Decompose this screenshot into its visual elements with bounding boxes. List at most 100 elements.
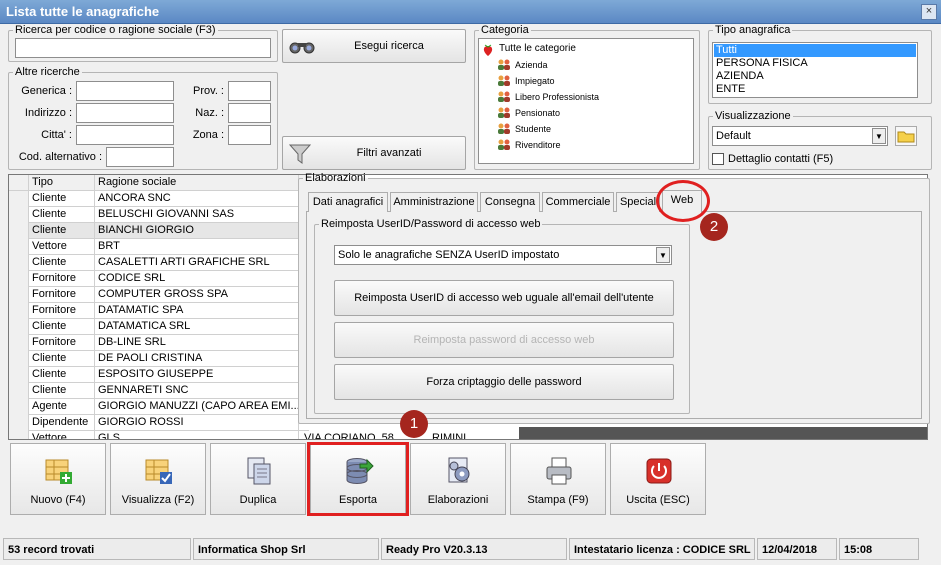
grid-header-cell[interactable]: Ragione sociale xyxy=(95,175,299,191)
table-cell: GIORGIO ROSSI xyxy=(95,415,299,431)
users-icon xyxy=(497,123,511,135)
table-row[interactable]: Vettore GLS xyxy=(9,431,309,439)
grid-header-cell[interactable]: Tipo xyxy=(29,175,95,191)
view-button[interactable]: Visualizza (F2) xyxy=(110,443,206,515)
detail-contacts-label: Dettaglio contatti (F5) xyxy=(728,153,834,165)
table-cell: DATAMATICA SRL xyxy=(95,319,299,335)
table-row[interactable]: Fornitore COMPUTER GROSS SPA xyxy=(9,287,309,303)
table-row[interactable]: Agente GIORGIO MANUZZI (CAPO AREA EMI... xyxy=(9,399,309,415)
prov-input[interactable] xyxy=(228,81,271,101)
category-item[interactable]: Studente xyxy=(481,121,693,137)
indirizzo-input[interactable] xyxy=(76,103,174,123)
table-row[interactable]: Cliente DE PAOLI CRISTINA xyxy=(9,351,309,367)
folder-icon xyxy=(897,131,915,143)
power-icon xyxy=(646,458,672,484)
type-item[interactable]: PERSONA FISICA xyxy=(714,57,916,70)
table-row[interactable]: Fornitore CODICE SRL xyxy=(9,271,309,287)
close-button[interactable]: × xyxy=(921,4,937,20)
duplicate-button[interactable]: Duplica xyxy=(210,443,306,515)
exit-button[interactable]: Uscita (ESC) xyxy=(610,443,706,515)
strawberry-icon xyxy=(481,43,495,56)
citta-input[interactable] xyxy=(76,125,174,145)
view-select-value: Default xyxy=(716,130,751,142)
category-item[interactable]: Impiegato xyxy=(481,73,693,89)
table-cell: GLS xyxy=(95,431,299,439)
category-item[interactable]: Rivenditore xyxy=(481,137,693,153)
search-button-label: Esegui ricerca xyxy=(354,40,424,52)
print-button[interactable]: Stampa (F9) xyxy=(510,443,606,515)
userid-filter-select[interactable]: Solo le anagrafiche SENZA UserID imposta… xyxy=(334,245,672,265)
duplicate-button-label: Duplica xyxy=(239,494,277,506)
view-select[interactable]: Default ▼ xyxy=(712,126,888,146)
naz-input[interactable] xyxy=(228,103,271,123)
printer-icon xyxy=(546,457,572,485)
users-icon xyxy=(497,75,511,87)
type-item[interactable]: AZIENDA xyxy=(714,70,916,83)
chevron-down-icon[interactable]: ▼ xyxy=(656,247,670,263)
tab-commerciale[interactable]: Commerciale xyxy=(542,192,614,212)
detail-contacts-checkbox[interactable] xyxy=(712,153,724,165)
category-all[interactable]: Tutte le categorie xyxy=(481,41,693,57)
table-row[interactable]: Cliente CASALETTI ARTI GRAFICHE SRL xyxy=(9,255,309,271)
highlight-web-circle xyxy=(656,180,710,222)
category-label: Azienda xyxy=(515,60,548,70)
table-row[interactable]: Cliente BELUSCHI GIOVANNI SAS xyxy=(9,207,309,223)
row-indicator xyxy=(9,255,29,271)
row-indicator xyxy=(9,383,29,399)
tab-dati-anagrafici[interactable]: Dati anagrafici xyxy=(308,192,388,212)
zona-input[interactable] xyxy=(228,125,271,145)
category-item[interactable]: Pensionato xyxy=(481,105,693,121)
indirizzo-label: Indirizzo : xyxy=(24,107,72,119)
table-cell: DE PAOLI CRISTINA xyxy=(95,351,299,367)
row-indicator xyxy=(9,207,29,223)
table-row[interactable]: Vettore BRT xyxy=(9,239,309,255)
category-item[interactable]: Libero Professionista xyxy=(481,89,693,105)
grid-header-indicator[interactable] xyxy=(9,175,29,191)
elaborations-button[interactable]: Elaborazioni xyxy=(410,443,506,515)
force-encrypt-button[interactable]: Forza criptaggio delle password xyxy=(334,364,674,400)
elaborations-button-label: Elaborazioni xyxy=(427,494,489,506)
tab-amministrazione[interactable]: Amministrazione xyxy=(390,192,478,212)
table-row[interactable]: Cliente ANCORA SNC xyxy=(9,191,309,207)
type-item[interactable]: Tutti xyxy=(714,44,916,57)
category-item[interactable]: Azienda xyxy=(481,57,693,73)
users-icon xyxy=(497,91,511,103)
table-row[interactable]: Cliente GENNARETI SNC xyxy=(9,383,309,399)
highlight-export-box xyxy=(307,442,409,516)
tab-consegna[interactable]: Consegna xyxy=(480,192,540,212)
table-cell: Cliente xyxy=(29,383,95,399)
advanced-filters-button[interactable]: Filtri avanzati xyxy=(282,136,466,170)
row-indicator xyxy=(9,223,29,239)
table-cell: Dipendente xyxy=(29,415,95,431)
reset-userid-button[interactable]: Reimposta UserID di accesso web uguale a… xyxy=(334,280,674,316)
table-row[interactable]: Fornitore DATAMATIC SPA xyxy=(9,303,309,319)
table-cell: ESPOSITO GIUSEPPE xyxy=(95,367,299,383)
grid-header: Tipo Ragione sociale xyxy=(9,175,309,191)
generica-input[interactable] xyxy=(76,81,174,101)
funnel-icon xyxy=(289,144,311,164)
tab-special[interactable]: Special xyxy=(616,192,660,212)
table-row[interactable]: Cliente ESPOSITO GIUSEPPE xyxy=(9,367,309,383)
type-item[interactable]: ENTE xyxy=(714,83,916,96)
table-row[interactable]: Fornitore DB-LINE SRL xyxy=(9,335,309,351)
row-indicator xyxy=(9,399,29,415)
table-row[interactable]: Cliente BIANCHI GIORGIO xyxy=(9,223,309,239)
badge-2: 2 xyxy=(700,213,728,241)
table-row[interactable]: Cliente DATAMATICA SRL xyxy=(9,319,309,335)
cod-alt-input[interactable] xyxy=(106,147,174,167)
status-time: 15:08 xyxy=(839,538,919,560)
table-row[interactable]: Dipendente GIORGIO ROSSI xyxy=(9,415,309,431)
cod-alt-label: Cod. alternativo : xyxy=(18,151,102,163)
table-cell: Cliente xyxy=(29,207,95,223)
folder-button[interactable] xyxy=(895,126,917,146)
search-button[interactable]: Esegui ricerca xyxy=(282,29,466,63)
chevron-down-icon[interactable]: ▼ xyxy=(872,128,886,144)
horizontal-scrollbar[interactable] xyxy=(519,427,927,439)
search-input[interactable] xyxy=(15,38,271,58)
category-tree[interactable]: Tutte le categorie Azienda Impiegato Libero… xyxy=(478,38,694,164)
reset-password-button[interactable]: Reimposta password di accesso web xyxy=(334,322,674,358)
new-button[interactable]: Nuovo (F4) xyxy=(10,443,106,515)
table-cell: Fornitore xyxy=(29,303,95,319)
type-list[interactable]: Tutti PERSONA FISICA AZIENDA ENTE xyxy=(712,42,918,98)
table-cell: COMPUTER GROSS SPA xyxy=(95,287,299,303)
